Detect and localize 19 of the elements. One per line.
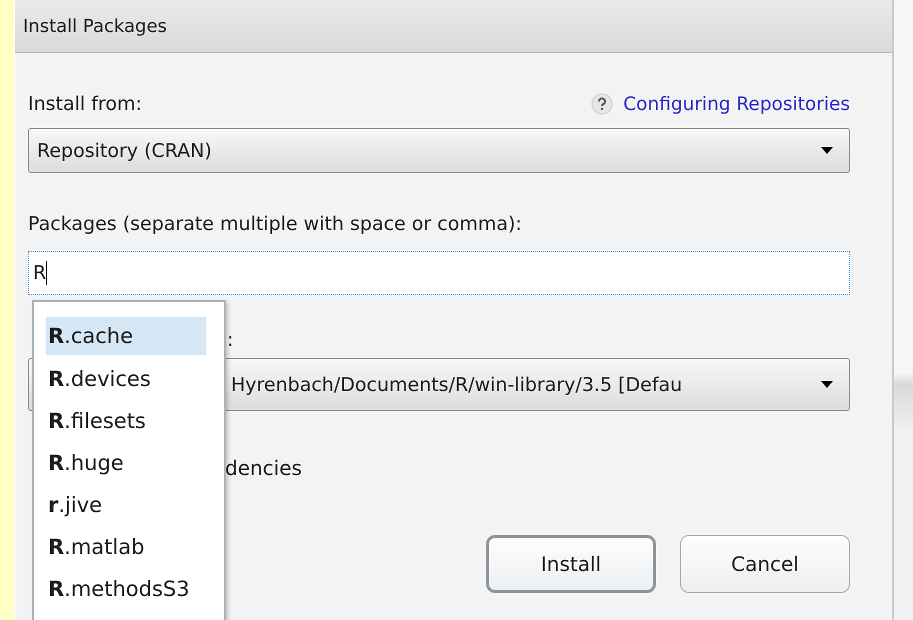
dialog-button[interactable]: Install	[486, 535, 656, 593]
dialog-button[interactable]: Cancel	[680, 535, 850, 593]
suggestion-item[interactable]: R.devices	[46, 359, 206, 401]
configuring-repositories-link[interactable]: Configuring Repositories	[623, 94, 850, 114]
help-icon[interactable]	[591, 93, 614, 115]
packages-label: Packages (separate multiple with space or comma):	[28, 213, 523, 237]
caret-icon	[821, 381, 833, 388]
install-from-label: Install from:	[28, 93, 142, 115]
suggestion-item[interactable]: R.methodsS3	[46, 569, 206, 611]
window-title: Install Packages	[23, 16, 167, 36]
suggestion-item[interactable]: R.matlab	[46, 527, 206, 569]
install-from-dropdown[interactable]: Repository (CRAN)	[28, 128, 850, 173]
caret-icon	[821, 147, 833, 154]
suggestion-item[interactable]: r.jive	[46, 485, 206, 527]
library-label: :	[227, 329, 234, 351]
suggestion-item[interactable]: R.huge	[46, 443, 206, 485]
suggestion-item[interactable]: R.cache	[46, 317, 206, 355]
packages-input[interactable]: R	[28, 251, 850, 295]
dependencies-label: dencies	[225, 456, 302, 480]
